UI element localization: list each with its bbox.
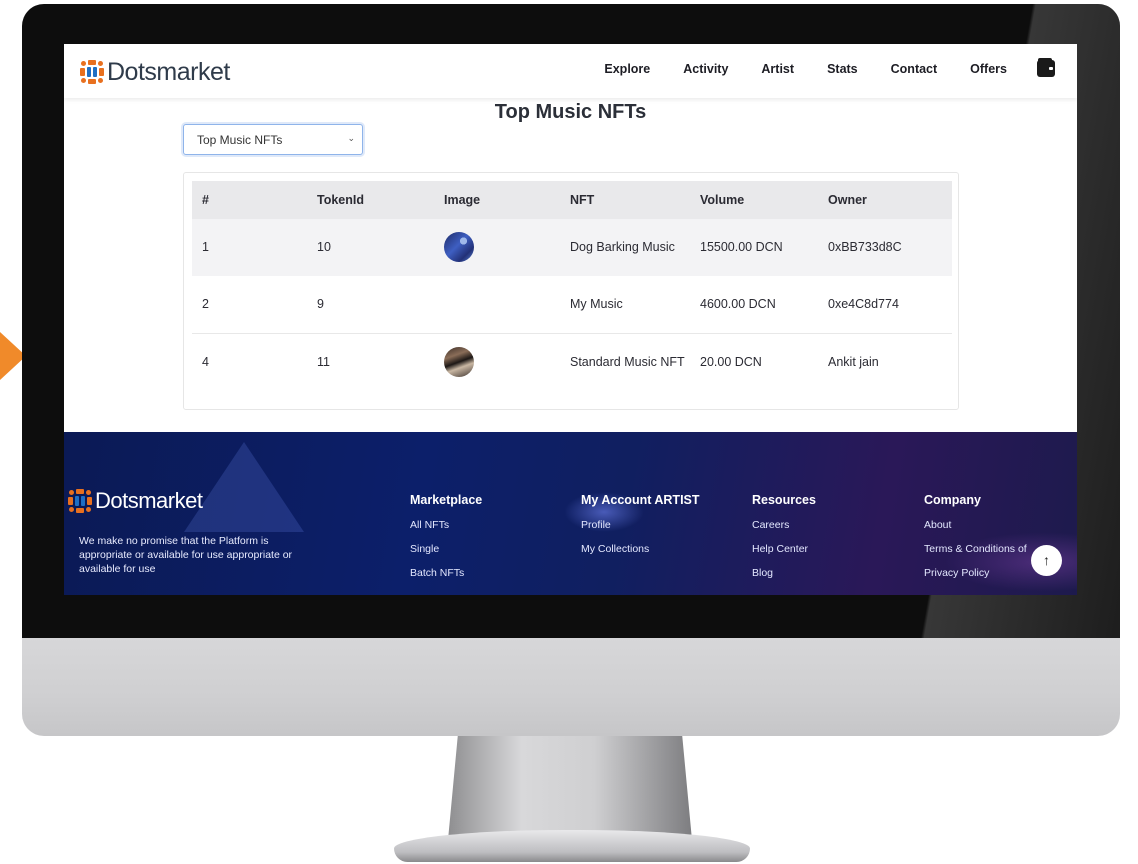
col-rank-header: # — [202, 193, 209, 207]
row-nft-name[interactable]: Dog Barking Music — [570, 240, 675, 254]
row-volume: 4600.00 DCN — [700, 297, 776, 311]
row-nft-name[interactable]: My Music — [570, 297, 623, 311]
nft-thumbnail[interactable] — [444, 347, 474, 377]
monitor-chin — [22, 638, 1120, 736]
footer-col-company: Company About Terms & Conditions of Priv… — [924, 493, 1027, 591]
footer-link-help-center[interactable]: Help Center — [752, 543, 816, 555]
row-tokenid: 10 — [317, 240, 331, 254]
arrow-up-icon: ↑ — [1043, 552, 1050, 568]
col-nft-header: NFT — [570, 193, 595, 207]
footer-link-profile[interactable]: Profile — [581, 519, 700, 531]
col-volume-header: Volume — [700, 193, 745, 207]
row-owner[interactable]: 0xBB733d8C — [828, 240, 902, 254]
row-volume: 20.00 DCN — [700, 355, 762, 369]
footer-link-terms[interactable]: Terms & Conditions of — [924, 543, 1027, 555]
nav-offers[interactable]: Offers — [970, 62, 1007, 76]
footer-description: We make no promise that the Platform is … — [79, 535, 293, 575]
table-row[interactable]: 4 11 Standard Music NFT 20.00 DCN Ankit … — [192, 334, 952, 391]
col-tokenid-header: TokenId — [317, 193, 364, 207]
site-logo[interactable]: Dotsmarket — [80, 57, 230, 87]
row-owner[interactable]: Ankit jain — [828, 355, 879, 369]
footer-link-batch-nfts[interactable]: Batch NFTs — [410, 567, 482, 579]
footer-col-title: My Account ARTIST — [581, 493, 700, 507]
nav-explore[interactable]: Explore — [604, 62, 650, 76]
footer-link-about[interactable]: About — [924, 519, 1027, 531]
table-row[interactable]: 1 10 Dog Barking Music 15500.00 DCN 0xBB… — [192, 219, 952, 276]
table-row[interactable]: 2 9 My Music 4600.00 DCN 0xe4C8d774 — [192, 276, 952, 334]
footer-col-marketplace: Marketplace All NFTs Single Batch NFTs — [410, 493, 482, 591]
footer-col-title: Company — [924, 493, 981, 507]
row-rank: 4 — [202, 355, 209, 369]
nav-stats[interactable]: Stats — [827, 62, 858, 76]
footer-link-blog[interactable]: Blog — [752, 567, 816, 579]
nav-artist[interactable]: Artist — [761, 62, 794, 76]
site-footer: Dotsmarket We make no promise that the P… — [64, 432, 1077, 595]
nft-thumbnail[interactable] — [444, 232, 474, 262]
footer-link-careers[interactable]: Careers — [752, 519, 816, 531]
wallet-icon[interactable] — [1037, 58, 1055, 77]
monitor-stand-neck — [448, 736, 692, 840]
category-select[interactable]: Top Music NFTs ⌄ — [183, 124, 363, 155]
footer-link-privacy[interactable]: Privacy Policy — [924, 567, 1027, 579]
footer-col-account: My Account ARTIST Profile My Collections — [581, 493, 700, 567]
row-owner[interactable]: 0xe4C8d774 — [828, 297, 899, 311]
footer-logo[interactable]: Dotsmarket — [68, 488, 203, 514]
footer-link-all-nfts[interactable]: All NFTs — [410, 519, 482, 531]
col-image-header: Image — [444, 193, 481, 207]
footer-link-single[interactable]: Single — [410, 543, 482, 555]
monitor-stand-base — [394, 830, 750, 862]
row-tokenid: 11 — [317, 355, 330, 369]
row-rank: 1 — [202, 240, 209, 254]
footer-col-title: Marketplace — [410, 493, 483, 507]
row-tokenid: 9 — [317, 297, 324, 311]
row-rank: 2 — [202, 297, 209, 311]
back-to-top-button[interactable]: ↑ — [1031, 545, 1062, 576]
nft-table: # TokenId Image NFT Volume Owner 1 10 Do… — [183, 172, 959, 410]
footer-col-resources: Resources Careers Help Center Blog — [752, 493, 816, 591]
nav-menu: Explore Activity Artist Stats Contact Of… — [571, 62, 1007, 76]
page-title: Top Music NFTs — [494, 101, 647, 123]
category-select-value: Top Music NFTs — [197, 133, 283, 147]
nav-activity[interactable]: Activity — [683, 62, 728, 76]
dots-logo-icon — [80, 60, 104, 84]
col-owner-header: Owner — [828, 193, 867, 207]
footer-decoration — [184, 442, 304, 532]
row-volume: 15500.00 DCN — [700, 240, 783, 254]
logo-text: Dotsmarket — [107, 57, 230, 86]
table-header: # TokenId Image NFT Volume Owner — [192, 181, 952, 219]
footer-col-title: Resources — [752, 493, 816, 507]
chevron-down-icon: ⌄ — [347, 133, 355, 143]
browser-screen: Dotsmarket Explore Activity Artist Stats… — [64, 44, 1077, 595]
footer-logo-text: Dotsmarket — [95, 488, 203, 513]
nav-contact[interactable]: Contact — [891, 62, 938, 76]
row-nft-name[interactable]: Standard Music NFT — [570, 355, 685, 369]
top-navbar: Dotsmarket Explore Activity Artist Stats… — [64, 44, 1077, 98]
dots-logo-icon — [68, 489, 92, 513]
footer-link-my-collections[interactable]: My Collections — [581, 543, 700, 555]
